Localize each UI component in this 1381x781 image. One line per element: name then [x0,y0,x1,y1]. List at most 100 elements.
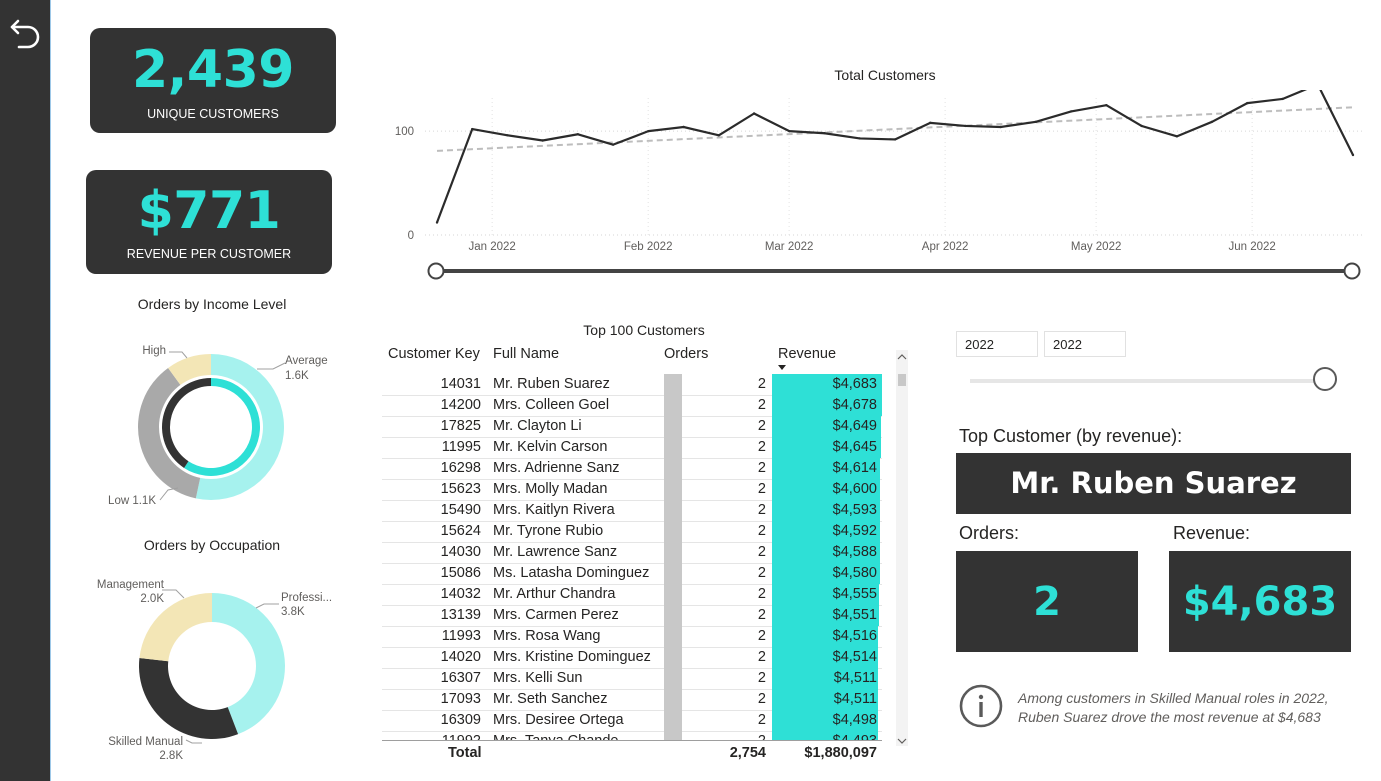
leader-high [169,351,188,359]
cell-revenue: $4,493 [772,733,877,740]
cell-revenue: $4,683 [832,376,877,392]
col-header-revenue[interactable]: Revenue [778,346,836,362]
table-row[interactable]: 15086 Ms. Latasha Dominguez 2 $4,580 [382,563,882,585]
table-row[interactable]: 14020 Mrs. Kristine Dominguez 2 $4,514 [382,647,882,669]
orders-databar [664,626,682,647]
col-header-orders[interactable]: Orders [664,346,708,362]
cell-revenue: $4,588 [832,544,877,560]
unique-customers-label: UNIQUE CUSTOMERS [147,107,279,121]
cell-customer-key: 16307 [440,670,481,686]
cell-full-name: Mr. Arthur Chandra [493,586,616,602]
cell-full-name: Mrs. Adrienne Sanz [493,460,620,476]
data-point [1140,124,1143,128]
cell-orders: 2 [757,481,766,497]
cell-orders: 2 [757,628,766,644]
cell-full-name: Mrs. Carmen Perez [493,607,619,623]
cell-revenue: $4,511 [833,670,877,686]
revenue-per-customer-value: $771 [137,181,281,241]
data-point [1069,110,1073,113]
cell-customer-key: 14032 [440,586,481,602]
x-tick-label: May 2022 [1071,241,1122,253]
year-slicer-start[interactable]: 2022 [956,331,1038,357]
cell-revenue: $4,600 [832,481,877,497]
cell-orders: 2 [757,502,766,518]
total-revenue: $1,880,097 [804,745,877,761]
cell-revenue: $4,516 [832,628,877,644]
table-row[interactable]: 15624 Mr. Tyrone Rubio 2 $4,592 [382,521,882,543]
col-header-customer-key[interactable]: Customer Key [388,346,480,362]
label-skilled: Skilled Manual [108,736,183,748]
table-scrollbar[interactable] [896,350,908,746]
cell-customer-key: 14200 [440,397,481,413]
sort-desc-icon [778,365,786,370]
cell-orders: 2 [757,418,766,434]
orders-databar [664,710,682,731]
cell-revenue: $4,551 [832,607,877,623]
orders-by-income-donut: Average 1.6K High Low 1.1K [108,345,328,507]
cell-orders: 2 [757,397,766,413]
table-row[interactable]: 16307 Mrs. Kelli Sun 2 $4,511 [382,668,882,690]
table-row[interactable]: 11995 Mr. Kelvin Carson 2 $4,645 [382,437,882,459]
table-row[interactable]: 11992 Mrs. Tanya Chande 2 $4,493 [382,731,882,740]
cell-orders: 2 [682,733,766,740]
line-chart-title: Total Customers [834,67,936,83]
top-customer-name: Mr. Ruben Suarez [1010,466,1297,500]
orders-databar [664,500,682,521]
orders-databar [664,668,682,689]
cell-full-name: Mr. Ruben Suarez [493,376,610,392]
leader-professional [255,603,279,609]
cell-full-name: Mr. Seth Sanchez [493,691,608,707]
table-row[interactable]: 16298 Mrs. Adrienne Sanz 2 $4,614 [382,458,882,480]
table-row[interactable]: 15623 Mrs. Molly Madan 2 $4,600 [382,479,882,501]
data-point [893,138,897,141]
scrollbar-thumb[interactable] [898,374,906,386]
data-point [999,125,1002,129]
year-slider-track[interactable] [970,379,1322,383]
cell-customer-key: 17093 [440,691,481,707]
x-tick-label: Mar 2022 [765,241,814,253]
cell-revenue: $4,678 [832,397,877,413]
data-point [682,125,685,129]
range-slider-start-handle[interactable] [427,262,445,280]
table-row[interactable]: 16309 Mrs. Desiree Ortega 2 $4,498 [382,710,882,732]
table-row[interactable]: 11993 Mrs. Rosa Wang 2 $4,516 [382,626,882,648]
x-tick-label: Jan 2022 [469,241,516,253]
data-point [858,137,861,140]
cell-full-name: Ms. Latasha Dominguez [493,565,650,581]
revenue-per-customer-card: $771 REVENUE PER CUSTOMER [86,170,332,274]
y-tick-label: 0 [408,230,414,242]
scroll-up-icon[interactable] [896,352,908,362]
table-row[interactable]: 14200 Mrs. Colleen Goel 2 $4,678 [382,395,882,417]
cell-revenue: $4,649 [832,418,877,434]
table-row[interactable]: 17825 Mr. Clayton Li 2 $4,649 [382,416,882,438]
table-row[interactable]: 15490 Mrs. Kaitlyn Rivera 2 $4,593 [382,500,882,522]
table-row[interactable]: 14031 Mr. Ruben Suarez 2 $4,683 [382,374,882,396]
range-slider-end-handle[interactable] [1343,262,1361,280]
total-label: Total [448,745,482,761]
table-row[interactable]: 14030 Mr. Lawrence Sanz 2 $4,588 [382,542,882,564]
top-customer-heading: Top Customer (by revenue): [959,426,1183,446]
cell-orders: 2 [757,649,766,665]
table-row[interactable]: 14032 Mr. Arthur Chandra 2 $4,555 [382,584,882,606]
table-title: Top 100 Customers [583,322,705,338]
year-slider-handle[interactable] [1313,367,1337,391]
cell-customer-key: 15624 [440,523,481,539]
cell-orders: 2 [757,607,766,623]
top-customer-revenue-value: $4,683 [1182,579,1338,625]
table-row[interactable]: 17093 Mr. Seth Sanchez 2 $4,511 [382,689,882,711]
label-management: Management [97,579,165,591]
scroll-down-icon[interactable] [896,736,908,746]
table-row[interactable]: 13139 Mrs. Carmen Perez 2 $4,551 [382,605,882,627]
cell-orders: 2 [757,376,766,392]
cell-customer-key: 17825 [440,418,481,434]
data-point [717,134,721,137]
col-header-full-name[interactable]: Full Name [493,346,559,362]
back-arrow-icon[interactable] [9,14,43,50]
rail-edge [50,0,51,781]
label-average: Average [285,355,328,367]
cell-orders: 2 [757,670,766,686]
year-slicer-end[interactable]: 2022 [1044,331,1126,357]
left-nav-rail [0,0,51,781]
data-point [576,133,580,136]
label-professional: Professi... [281,592,332,604]
